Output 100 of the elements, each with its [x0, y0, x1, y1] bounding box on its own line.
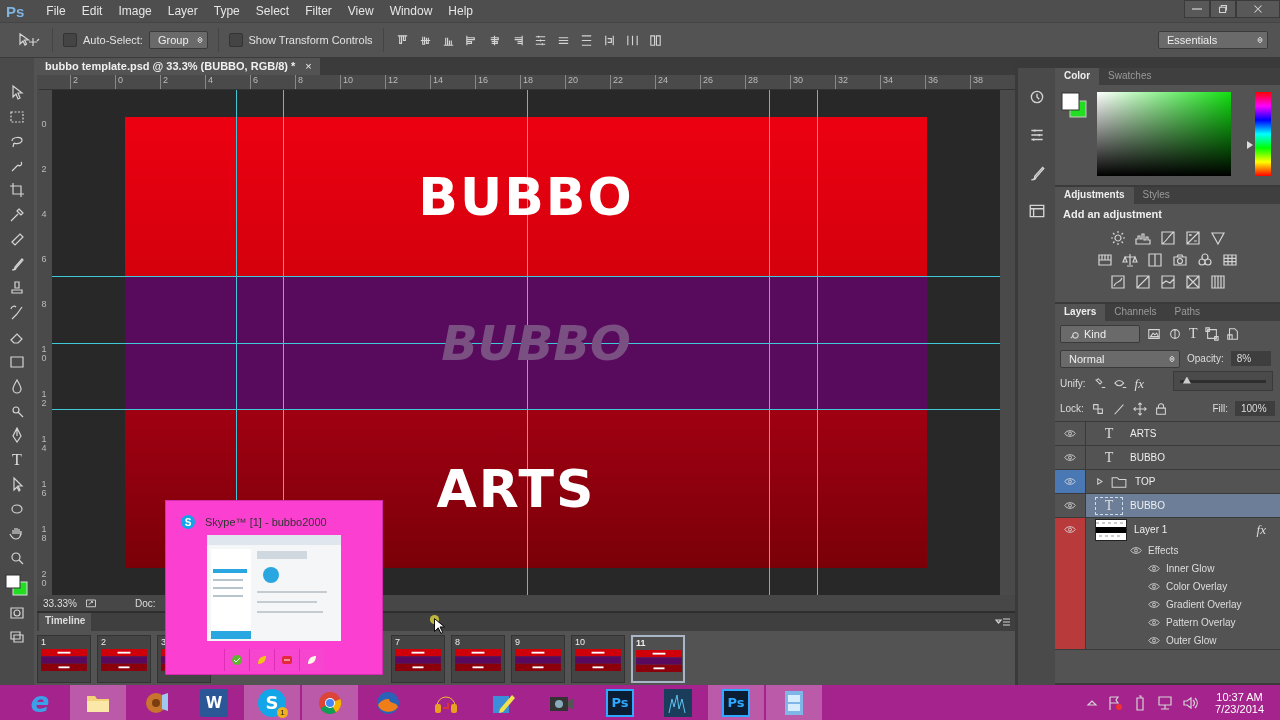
timeline-frame[interactable]: 1 [37, 635, 91, 683]
type-filter-icon[interactable]: T [1189, 325, 1198, 342]
grid-icon[interactable] [1222, 252, 1238, 268]
menu-item[interactable]: Image [110, 4, 160, 18]
effects-icon[interactable]: fx [1256, 521, 1266, 538]
bandage-icon[interactable] [9, 231, 25, 247]
menu-item[interactable]: Filter [297, 4, 340, 18]
eye-icon[interactable] [1148, 635, 1160, 645]
triangle-icon[interactable] [1209, 230, 1226, 246]
curves-icon[interactable] [1159, 230, 1176, 246]
color-swatch-icon[interactable] [5, 574, 29, 596]
visibility-cell[interactable] [1055, 470, 1086, 493]
eye-icon[interactable] [1148, 617, 1160, 627]
sun-icon[interactable] [1109, 230, 1126, 246]
close-tab-button[interactable]: × [305, 60, 312, 73]
taskbar-button[interactable]: Ps [592, 685, 648, 720]
panel-tab[interactable]: Channels [1105, 304, 1166, 321]
timeline-frame[interactable]: 8 [451, 635, 505, 683]
histogram-icon[interactable] [1134, 230, 1151, 246]
eyedropper-icon[interactable] [9, 206, 25, 223]
panel-tab[interactable]: Paths [1165, 304, 1210, 321]
minimize-button[interactable] [1184, 0, 1210, 18]
menu-item[interactable]: Type [205, 4, 248, 18]
opacity-slider[interactable] [1173, 371, 1273, 391]
taskbar-button[interactable]: Ps [708, 685, 764, 720]
menu-item[interactable]: File [38, 4, 74, 18]
workspace-dropdown[interactable]: Essentials [1158, 31, 1268, 49]
eye-icon[interactable] [1148, 563, 1160, 573]
image-icon[interactable] [1147, 326, 1161, 341]
checkbox[interactable] [228, 33, 243, 47]
speaker-icon[interactable] [1182, 694, 1199, 711]
fill-field[interactable]: 100% [1235, 401, 1275, 416]
layer-row[interactable]: T BUBBO [1086, 494, 1280, 517]
panel-tab[interactable]: Adjustments [1055, 187, 1134, 204]
panel-tab[interactable]: Color [1055, 68, 1100, 85]
timeline-frame[interactable]: 10 [571, 635, 625, 683]
filter-dropdown[interactable]: Kind [1060, 324, 1140, 343]
exposure-icon[interactable] [1184, 230, 1201, 246]
menu-item[interactable]: Help [440, 4, 481, 18]
checkbox[interactable] [63, 33, 77, 47]
eye-icon[interactable] [1064, 453, 1076, 462]
thumbnail-button[interactable] [299, 649, 324, 671]
visibility-cell[interactable] [1055, 518, 1086, 649]
thumbnail-button[interactable] [274, 649, 299, 671]
checker-icon[interactable] [1090, 401, 1105, 416]
drop-icon[interactable] [9, 378, 25, 394]
timeline-frame[interactable]: 7 [391, 635, 445, 683]
clock-time[interactable]: 10:37 AM [1216, 690, 1263, 703]
arrow-icon[interactable] [9, 84, 25, 100]
network-icon[interactable] [1157, 694, 1174, 711]
layer-row[interactable]: T BUBBO [1086, 446, 1280, 469]
color-field[interactable] [1097, 92, 1231, 176]
color-swatch-icon[interactable] [1061, 92, 1087, 118]
list-icon[interactable] [1027, 202, 1046, 220]
crop-icon[interactable] [9, 182, 25, 198]
scales-icon[interactable] [1122, 252, 1138, 268]
expander-icon[interactable] [1096, 478, 1103, 485]
menu-item[interactable]: Edit [73, 4, 111, 18]
eye-icon[interactable] [1130, 545, 1142, 555]
taskbar-button[interactable] [70, 685, 126, 720]
align-icon[interactable] [647, 32, 663, 48]
blend-mode-dropdown[interactable]: Normal [1060, 349, 1180, 368]
scrollbar[interactable] [1000, 90, 1015, 595]
eye-icon[interactable] [1148, 581, 1160, 591]
eye-icon[interactable] [1064, 429, 1076, 438]
circles-icon[interactable] [1197, 252, 1213, 268]
flag-icon[interactable] [1107, 694, 1124, 711]
panel-tab[interactable]: Styles [1133, 187, 1179, 204]
screen-mode-icon[interactable] [9, 629, 25, 645]
taskbar-button[interactable]: W [186, 685, 242, 720]
move-tool-icon[interactable] [16, 32, 42, 48]
unify-style-icon[interactable]: fx [1134, 375, 1144, 392]
lock-icon[interactable] [1153, 401, 1168, 416]
marquee-icon[interactable] [9, 108, 25, 125]
export-icon[interactable] [84, 597, 97, 609]
layer-row[interactable]: Layer 1 fx [1086, 518, 1280, 541]
quick-mask-icon[interactable] [9, 604, 25, 621]
eye-icon[interactable] [1148, 599, 1160, 609]
auto-select-dropdown[interactable]: Group [148, 31, 208, 49]
menu-item[interactable]: View [339, 4, 382, 18]
timeline-frame[interactable]: 11 [631, 635, 685, 683]
taskbar-button[interactable] [766, 685, 822, 720]
stamp-icon[interactable] [9, 280, 25, 296]
restore-button[interactable] [1210, 0, 1236, 18]
timeline-frame[interactable]: 9 [511, 635, 565, 683]
bars-icon[interactable] [1097, 252, 1113, 268]
document-icon[interactable] [1225, 326, 1240, 341]
skype-preview-popup[interactable]: S Skype™ [1] - bubbo2000 [165, 500, 383, 675]
gradient-icon[interactable] [9, 353, 25, 370]
clock-date[interactable]: 7/23/2014 [1215, 702, 1264, 715]
layer-row[interactable]: T ARTS [1086, 422, 1280, 445]
type-tool-icon[interactable]: T [12, 451, 22, 468]
move-icon[interactable] [1132, 401, 1147, 416]
panel-tab[interactable]: Swatches [1099, 68, 1161, 85]
panel-menu-icon[interactable] [995, 617, 1011, 627]
thumbnail-button[interactable] [224, 649, 249, 671]
eye-icon[interactable] [1064, 525, 1076, 534]
panel-tab[interactable]: Layers [1055, 304, 1106, 321]
slider-thumb[interactable] [1247, 140, 1253, 149]
menu-item[interactable]: Window [381, 4, 441, 18]
